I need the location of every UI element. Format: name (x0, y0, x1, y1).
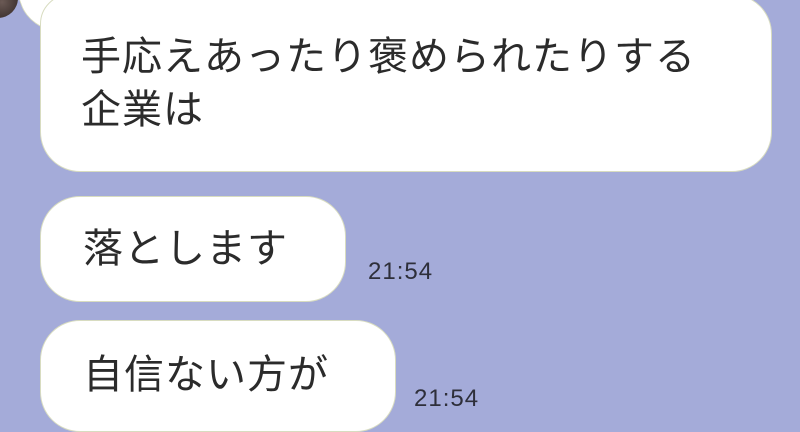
message-text-2: 落とします (83, 226, 288, 272)
message-bubble-1[interactable]: 手応えあったり褒められたりする 企業は (40, 0, 772, 172)
message-text-3: 自信ない方が (83, 352, 329, 398)
chat-view: 手応えあったり褒められたりする 企業は 落とします 21:54 自信ない方が 2… (0, 0, 800, 432)
message-bubble-3[interactable]: 自信ない方が (40, 320, 396, 432)
message-text-1: 手応えあったり褒められたりする 企業は (81, 34, 696, 133)
message-bubble-2[interactable]: 落とします (40, 196, 346, 302)
message-timestamp-3: 21:54 (414, 385, 480, 412)
message-timestamp-2: 21:54 (368, 258, 434, 285)
sender-avatar[interactable] (0, 0, 18, 18)
